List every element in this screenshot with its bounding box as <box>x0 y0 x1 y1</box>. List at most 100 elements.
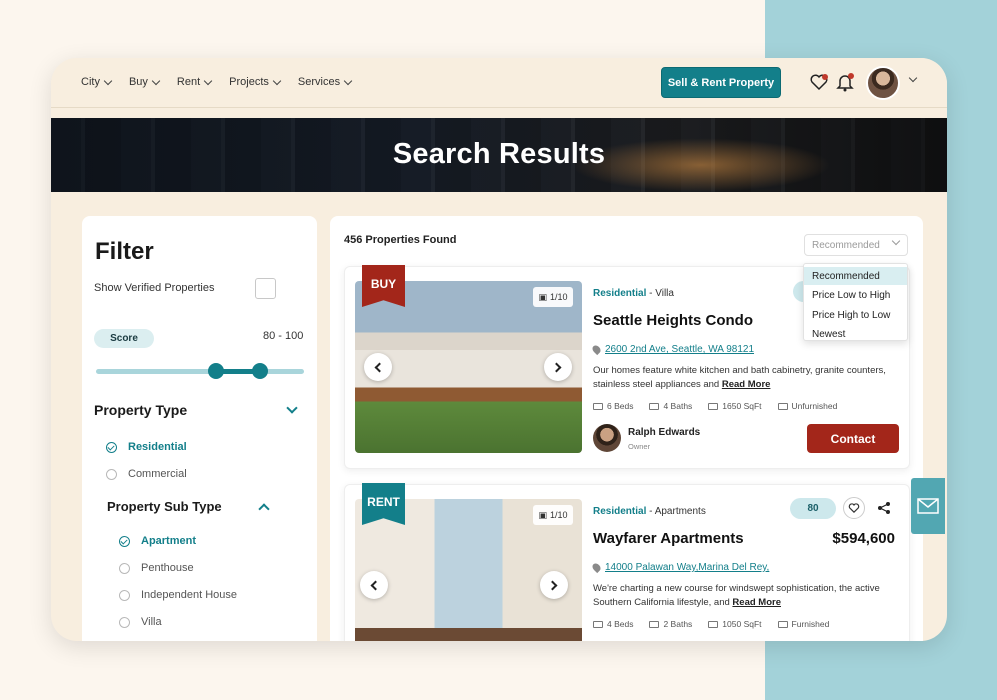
property-card[interactable]: ▣ 1/10 RENT Residential - Apartments 80 W… <box>344 483 910 641</box>
beds-feature: 6 Beds <box>593 401 633 411</box>
contact-mail-tab[interactable] <box>911 478 945 534</box>
area-feature: 1650 SqFt <box>708 401 762 411</box>
image-count-badge: ▣ 1/10 <box>533 287 573 307</box>
next-image-button[interactable] <box>540 571 568 599</box>
baths-value: 2 Baths <box>663 619 693 629</box>
nav-item-buy[interactable]: Buy <box>129 76 161 88</box>
option-label: Independent House <box>141 589 238 601</box>
radio-checked-icon <box>106 441 117 453</box>
user-avatar[interactable] <box>866 66 900 100</box>
bath-icon <box>649 620 660 628</box>
nav-item-label: Services <box>297 76 341 88</box>
option-label: Commercial <box>128 468 187 480</box>
app-window: City Buy Rent Projects Services Sell & R… <box>51 58 947 641</box>
nav-item-projects[interactable]: Projects <box>229 76 282 88</box>
score-range-value: 80 - 100 <box>263 330 304 342</box>
previous-image-button[interactable] <box>360 571 388 599</box>
bath-icon <box>649 402 660 410</box>
sub-type-independent-house[interactable]: Independent House <box>119 589 237 601</box>
heart-icon[interactable] <box>809 72 829 92</box>
property-subtype: - Villa <box>646 288 674 299</box>
score-slider-min-handle[interactable] <box>208 363 224 379</box>
mail-icon <box>917 498 939 514</box>
bed-icon <box>593 620 603 628</box>
property-subtype: - Apartments <box>646 506 706 517</box>
sofa-icon <box>777 402 788 410</box>
sort-option-recommended[interactable]: Recommended <box>804 267 907 285</box>
sort-option-price-high-low[interactable]: Price High to Low <box>804 306 907 324</box>
verified-properties-checkbox[interactable] <box>255 278 276 299</box>
score-slider-track[interactable] <box>96 369 304 374</box>
chevron-down-icon <box>272 76 282 85</box>
results-count: 456 Properties Found <box>344 234 457 246</box>
property-image[interactable]: ▣ 1/10 <box>355 281 582 453</box>
sort-select[interactable]: Recommended <box>804 234 908 256</box>
sort-option-newest[interactable]: Newest <box>804 326 907 344</box>
property-type-line: Residential - Villa <box>593 288 674 299</box>
location-pin-icon <box>590 561 603 574</box>
score-slider-max-handle[interactable] <box>252 363 268 379</box>
sort-option-price-low-high[interactable]: Price Low to High <box>804 287 907 305</box>
verified-properties-label: Show Verified Properties <box>94 282 215 294</box>
top-navigation: City Buy Rent Projects Services Sell & R… <box>51 58 947 108</box>
hero-banner: Search Results <box>51 118 947 192</box>
chevron-down-icon[interactable] <box>286 402 298 414</box>
property-category: Residential <box>593 288 647 299</box>
previous-image-button[interactable] <box>364 353 392 381</box>
score-label: Score <box>94 329 154 348</box>
chevron-down-icon[interactable] <box>908 73 918 83</box>
chevron-down-icon <box>203 76 213 85</box>
beds-value: 6 Beds <box>607 401 634 411</box>
nav-item-city[interactable]: City <box>81 76 113 88</box>
property-address[interactable]: 2600 2nd Ave, Seattle, WA 98121 <box>590 343 755 356</box>
chevron-left-icon <box>370 580 381 590</box>
owner-avatar <box>593 424 621 452</box>
chevron-left-icon <box>374 362 385 372</box>
property-title[interactable]: Seattle Heights Condo <box>593 312 753 329</box>
chevron-up-icon[interactable] <box>258 503 270 515</box>
property-title[interactable]: Wayfarer Apartments <box>593 530 744 547</box>
share-icon[interactable] <box>877 501 891 515</box>
bed-icon <box>593 402 603 410</box>
area-feature: 1050 SqFt <box>708 619 762 629</box>
option-label: Villa <box>141 616 162 628</box>
read-more-link[interactable]: Read More <box>722 379 771 390</box>
score-badge: 80 <box>790 498 836 519</box>
sort-dropdown-menu: Recommended Price Low to High Price High… <box>803 263 908 341</box>
sofa-icon <box>777 620 788 628</box>
nav-item-services[interactable]: Services <box>297 76 353 88</box>
property-type-line: Residential - Apartments <box>593 506 706 517</box>
property-type-residential[interactable]: Residential <box>106 441 187 453</box>
gallery-icon: ▣ <box>538 291 547 302</box>
read-more-link[interactable]: Read More <box>732 597 781 608</box>
sort-select-value: Recommended <box>812 239 880 251</box>
area-icon <box>708 620 719 628</box>
image-count-badge: ▣ 1/10 <box>533 505 573 525</box>
beds-value: 4 Beds <box>607 619 634 629</box>
address-text: 2600 2nd Ave, Seattle, WA 98121 <box>605 344 755 355</box>
property-address[interactable]: 14000 Palawan Way,Marina Del Rey, <box>590 561 769 574</box>
property-description: We're charting a new course for windswep… <box>593 582 893 610</box>
location-pin-icon <box>590 343 603 356</box>
sub-type-villa[interactable]: Villa <box>119 616 162 628</box>
beds-feature: 4 Beds <box>593 619 633 629</box>
next-image-button[interactable] <box>544 353 572 381</box>
filter-panel: Filter Show Verified Properties Score 80… <box>82 216 317 641</box>
property-image[interactable]: ▣ 1/10 <box>355 499 582 641</box>
property-type-commercial[interactable]: Commercial <box>106 468 187 480</box>
favorite-button[interactable] <box>843 497 865 519</box>
furnishing-feature: Unfurnished <box>777 401 837 411</box>
nav-menu: City Buy Rent Projects Services <box>81 76 353 88</box>
sub-type-apartment[interactable]: Apartment <box>119 535 196 547</box>
option-label: Residential <box>128 441 187 453</box>
bell-icon[interactable] <box>835 72 855 92</box>
property-features: 6 Beds 4 Baths 1650 SqFt Unfurnished <box>593 401 837 411</box>
nav-item-rent[interactable]: Rent <box>177 76 213 88</box>
chevron-down-icon <box>343 76 353 85</box>
area-value: 1050 SqFt <box>722 619 762 629</box>
property-description: Our homes feature white kitchen and bath… <box>593 364 893 392</box>
sell-rent-property-button[interactable]: Sell & Rent Property <box>661 67 781 98</box>
contact-button[interactable]: Contact <box>807 424 899 453</box>
chevron-down-icon <box>151 76 161 85</box>
sub-type-penthouse[interactable]: Penthouse <box>119 562 194 574</box>
